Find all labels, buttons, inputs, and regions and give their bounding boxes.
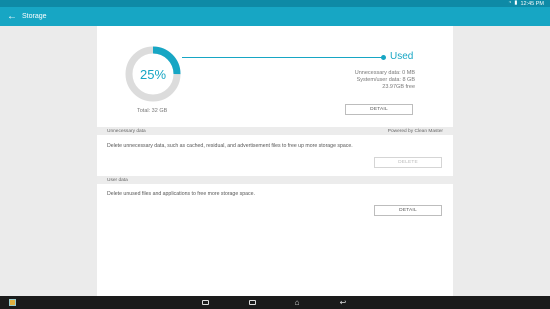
gallery-app-icon[interactable] (9, 299, 16, 306)
status-icons: ◔ ▮ 12:45 PM (508, 0, 544, 7)
user-data-section-title: User data (107, 177, 128, 183)
storage-detail-button[interactable]: DETAIL (345, 104, 413, 115)
recent-apps-icon[interactable] (199, 296, 211, 309)
percent-label: 25% (139, 66, 167, 82)
screenshot-icon[interactable] (246, 296, 258, 309)
unnecessary-section-header: Unnecessary data Powered by Clean Master (97, 127, 453, 135)
used-connector-dot (381, 55, 386, 60)
wifi-icon: ◔ (508, 0, 512, 6)
app-bar: ← Storage (0, 7, 550, 26)
navigation-bar: ⌂ ↩ (0, 296, 550, 309)
storage-ring: 25% (124, 45, 182, 103)
free-space-line: 23.97GB free (382, 84, 415, 90)
powered-by-label: Powered by Clean Master (387, 128, 443, 134)
page-title: Storage (22, 13, 47, 20)
unnecessary-data-line: Unnecessary data: 0 MB (354, 70, 415, 76)
unnecessary-description: Delete unnecessary data, such as cached,… (107, 143, 353, 149)
user-data-detail-button[interactable]: DETAIL (374, 205, 442, 216)
back-arrow-icon[interactable]: ← (5, 7, 19, 26)
user-data-section-header: User data (97, 176, 453, 184)
user-data-description: Delete unused files and applications to … (107, 191, 255, 197)
total-storage: Total: 32 GB (137, 108, 168, 114)
unnecessary-section-title: Unnecessary data (107, 128, 146, 134)
back-icon[interactable]: ↩ (337, 296, 349, 309)
status-bar: ◔ ▮ 12:45 PM (0, 0, 550, 7)
storage-card: 25% Used Unnecessary data: 0 MB System/u… (97, 26, 453, 296)
home-icon[interactable]: ⌂ (291, 296, 303, 309)
storage-info: Unnecessary data: 0 MB System/user data:… (355, 70, 415, 91)
delete-button[interactable]: DELETE (374, 157, 442, 168)
status-time: 12:45 PM (520, 0, 544, 7)
system-data-line: System/user data: 8 GB (356, 77, 415, 83)
battery-icon: ▮ (514, 0, 518, 6)
used-connector-line (182, 57, 384, 58)
used-label: Used (390, 51, 414, 62)
